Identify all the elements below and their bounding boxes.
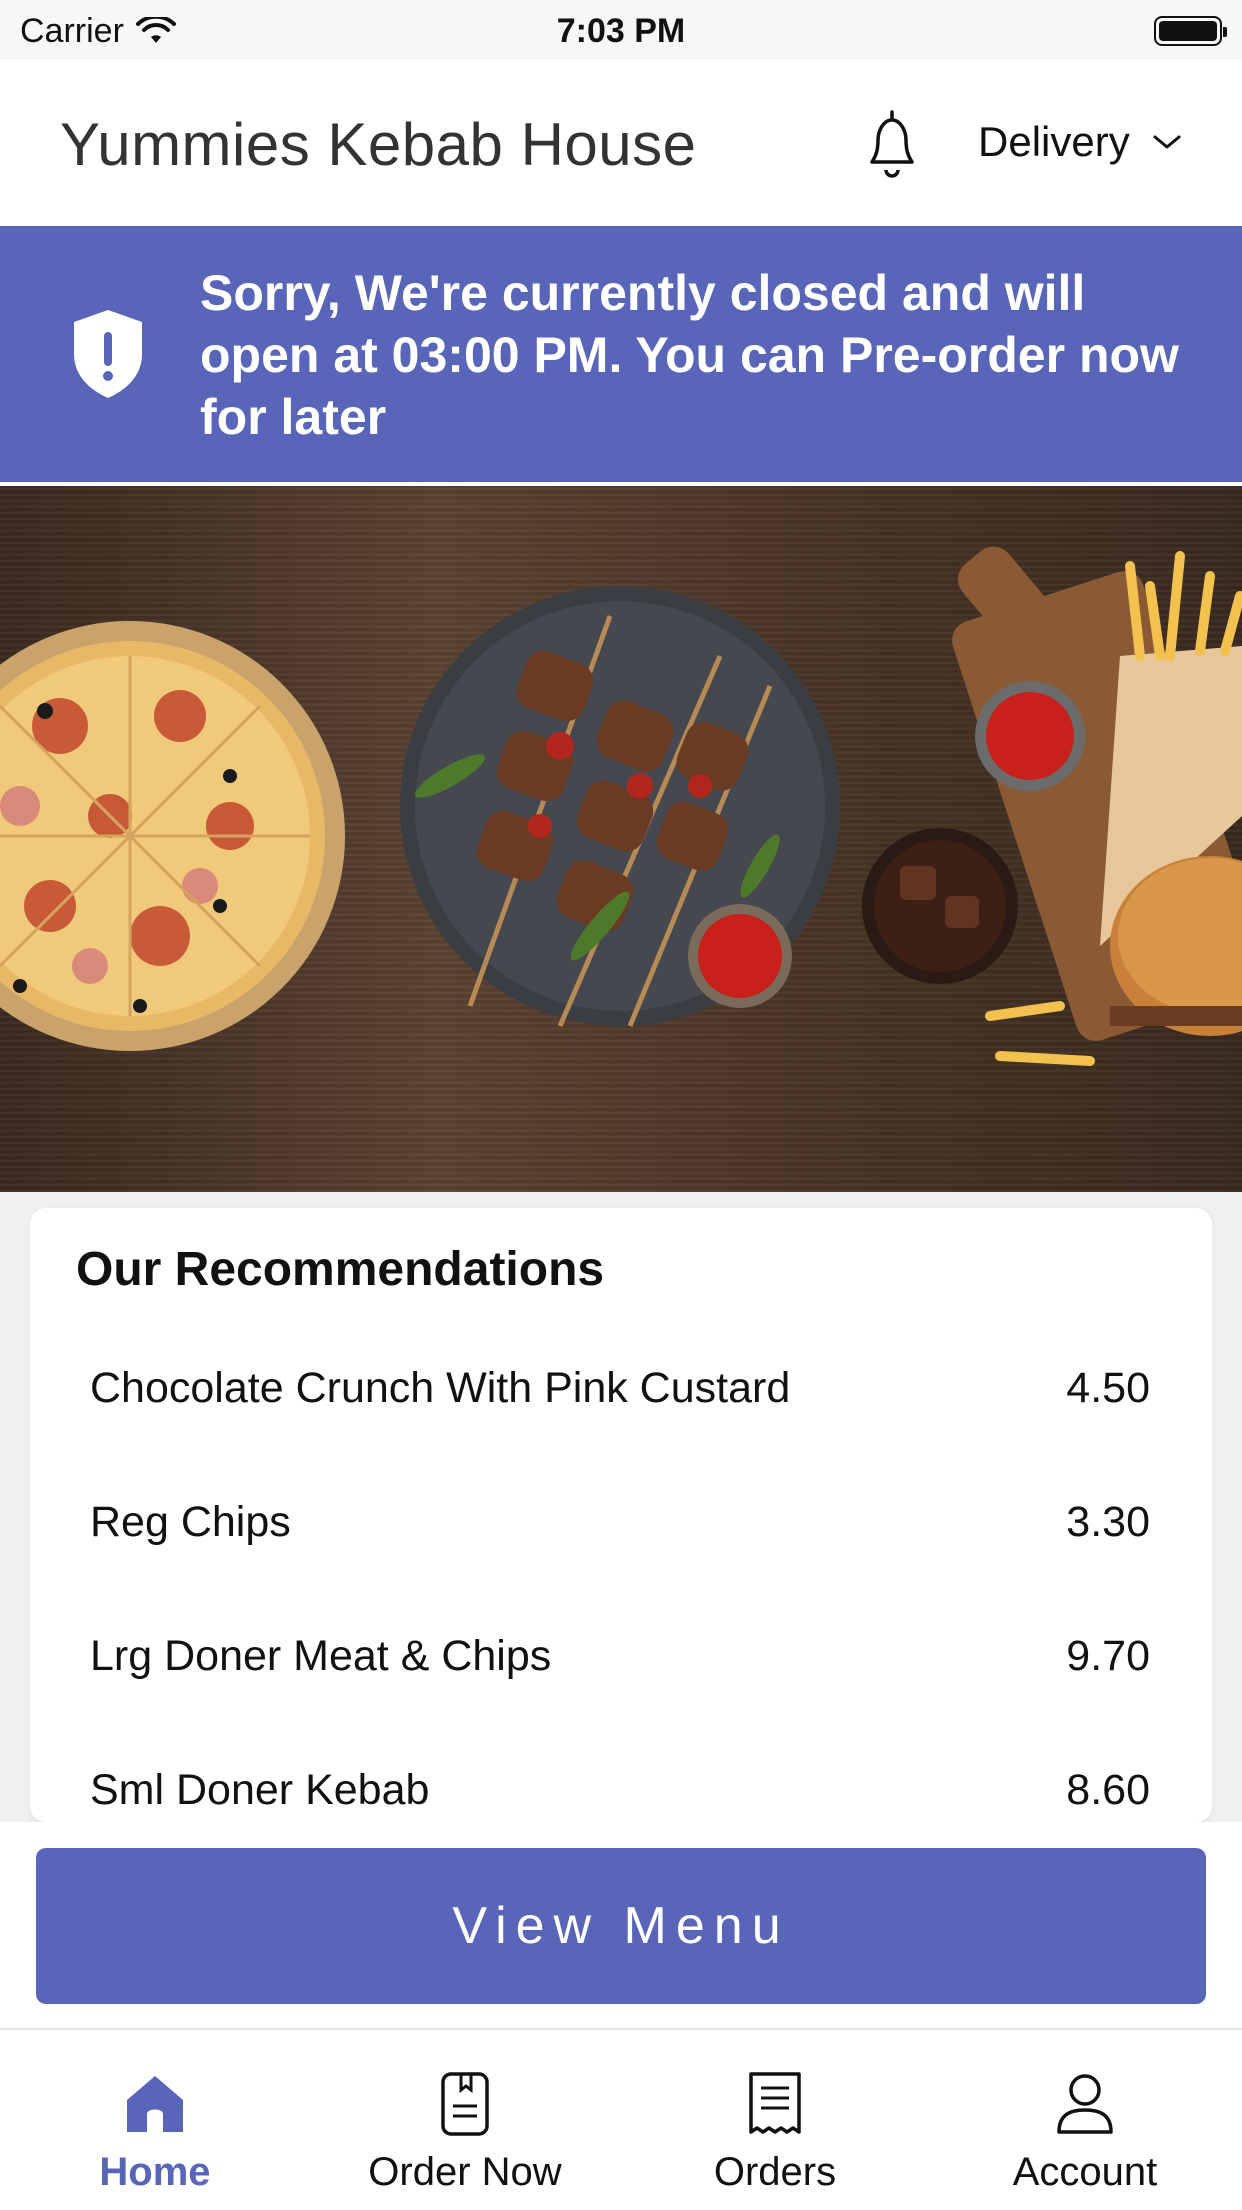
tab-label: Orders — [713, 2150, 837, 2194]
item-name: Reg Chips — [90, 1497, 291, 1546]
chevron-down-icon — [1153, 135, 1181, 149]
recommendation-item[interactable]: Reg Chips 3.30 — [90, 1482, 1150, 1562]
item-name: Lrg Doner Meat & Chips — [90, 1631, 552, 1680]
tab-account[interactable]: Account — [930, 2030, 1240, 2210]
tab-orders[interactable]: Orders — [620, 2030, 930, 2210]
tab-label: Account — [1012, 2150, 1158, 2194]
user-icon — [1057, 2074, 1113, 2134]
tab-order-now[interactable]: Order Now — [310, 2030, 620, 2210]
recommendations-title: Our Recommendations — [76, 1243, 605, 1296]
closed-message: Sorry, We're currently closed and will o… — [200, 265, 1179, 445]
closed-banner: Sorry, We're currently closed and will o… — [0, 226, 1242, 482]
receipt-icon — [749, 2072, 801, 2134]
cta-container: View Menu — [0, 1822, 1242, 2028]
tab-label: Order Now — [368, 2150, 562, 2194]
item-price: 3.30 — [1066, 1497, 1150, 1546]
item-price: 4.50 — [1066, 1363, 1150, 1412]
item-price: 9.70 — [1066, 1631, 1150, 1680]
app-header: Yummies Kebab House Delivery — [0, 60, 1242, 226]
tab-home[interactable]: Home — [0, 2030, 310, 2210]
tab-bar: Home Order Now Orders Account — [0, 2028, 1242, 2208]
item-name: Chocolate Crunch With Pink Custard — [90, 1363, 791, 1412]
battery-icon — [1154, 16, 1227, 46]
recommendation-item[interactable]: Lrg Doner Meat & Chips 9.70 — [90, 1616, 1150, 1696]
item-name: Sml Doner Kebab — [90, 1765, 430, 1814]
recommendation-item[interactable]: Sml Doner Kebab 8.60 — [90, 1750, 1150, 1822]
book-icon — [441, 2072, 489, 2136]
home-icon — [127, 2076, 183, 2132]
order-mode-selector[interactable]: Delivery — [978, 118, 1182, 166]
recommendations-card: Our Recommendations Chocolate Crunch Wit… — [30, 1208, 1212, 1822]
order-mode-label: Delivery — [978, 118, 1130, 165]
status-time: 7:03 PM — [556, 12, 686, 50]
bell-icon[interactable] — [860, 106, 924, 182]
restaurant-title: Yummies Kebab House — [60, 111, 697, 178]
shield-alert-icon — [74, 310, 142, 398]
status-bar: Carrier 7:03 PM — [0, 0, 1242, 60]
item-price: 8.60 — [1066, 1765, 1150, 1814]
tab-label: Home — [99, 2150, 211, 2194]
view-menu-button[interactable]: View Menu — [36, 1848, 1206, 2004]
recommendation-item[interactable]: Chocolate Crunch With Pink Custard 4.50 — [90, 1348, 1150, 1428]
hero-food-image — [0, 486, 1242, 1192]
